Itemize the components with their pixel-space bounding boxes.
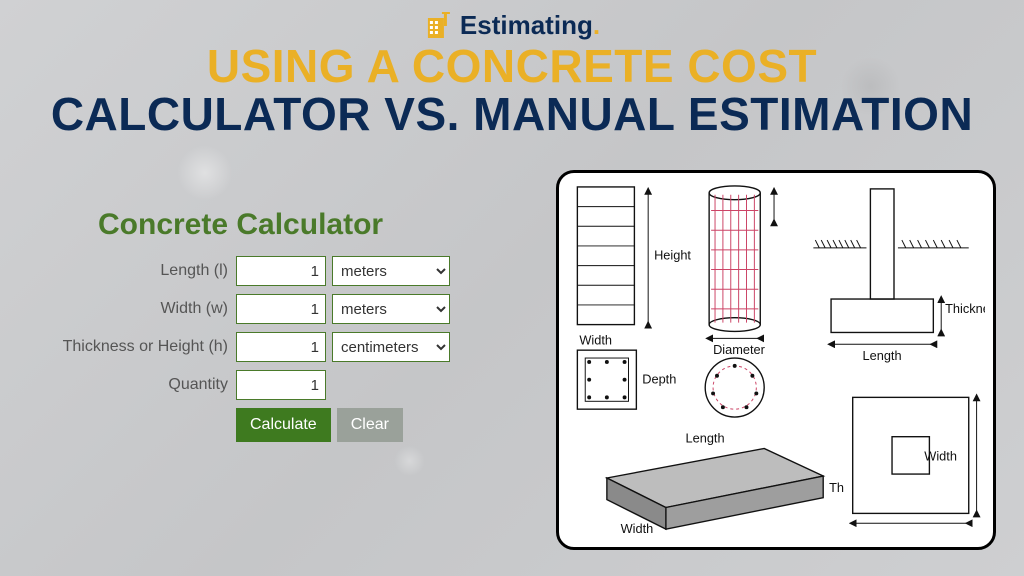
label-quantity: Quantity (30, 376, 230, 394)
brand-logo: Estimating. (424, 10, 600, 41)
calculator-title: Concrete Calculator (98, 208, 460, 242)
svg-text:Th: Th (829, 480, 844, 495)
input-height[interactable] (236, 332, 326, 362)
input-quantity[interactable] (236, 370, 326, 400)
row-quantity: Quantity (30, 370, 460, 400)
svg-text:Height: Height (654, 248, 691, 263)
concrete-shapes-diagram: Height Diameter (556, 170, 996, 550)
diagram-footing-section: Thickness Length (813, 189, 985, 363)
brand-text: Estimating. (460, 10, 600, 41)
concrete-calculator: Concrete Calculator Length (l) meters Wi… (30, 208, 460, 442)
diagram-wall-form: Height (577, 187, 691, 325)
label-width: Width (w) (30, 300, 230, 318)
diagram-column-section-circle (705, 358, 764, 417)
calculator-buttons: Calculate Clear (236, 408, 460, 442)
select-width-unit[interactable]: meters (332, 294, 450, 324)
svg-text:Width: Width (924, 448, 957, 463)
label-height: Thickness or Height (h) (30, 338, 230, 356)
select-height-unit[interactable]: centimeters (332, 332, 450, 362)
svg-text:Diameter: Diameter (713, 342, 766, 357)
clear-button[interactable]: Clear (337, 408, 403, 442)
diagram-slab: Length Width Th (607, 431, 844, 536)
row-width: Width (w) meters (30, 294, 460, 324)
diagram-column-elevation: Diameter (709, 186, 774, 357)
calculate-button[interactable]: Calculate (236, 408, 331, 442)
svg-text:Thickness: Thickness (945, 301, 985, 316)
diagram-svg: Height Diameter (567, 183, 985, 537)
svg-text:Width: Width (579, 332, 612, 347)
diagram-column-section-square: Width Depth (577, 332, 676, 409)
building-icon (424, 12, 454, 40)
input-width[interactable] (236, 294, 326, 324)
diagram-footing-plan: Width (853, 397, 977, 523)
input-length[interactable] (236, 256, 326, 286)
headline-line-2: CALCULATOR VS. MANUAL ESTIMATION (0, 90, 1024, 138)
headline-line-1: USING A CONCRETE COST (0, 42, 1024, 90)
svg-text:Length: Length (863, 348, 902, 363)
label-length: Length (l) (30, 262, 230, 280)
svg-text:Length: Length (686, 431, 725, 446)
page-title: USING A CONCRETE COST CALCULATOR VS. MAN… (0, 42, 1024, 139)
select-length-unit[interactable]: meters (332, 256, 450, 286)
row-length: Length (l) meters (30, 256, 460, 286)
svg-text:Depth: Depth (642, 372, 676, 387)
svg-text:Width: Width (621, 521, 654, 536)
row-height: Thickness or Height (h) centimeters (30, 332, 460, 362)
